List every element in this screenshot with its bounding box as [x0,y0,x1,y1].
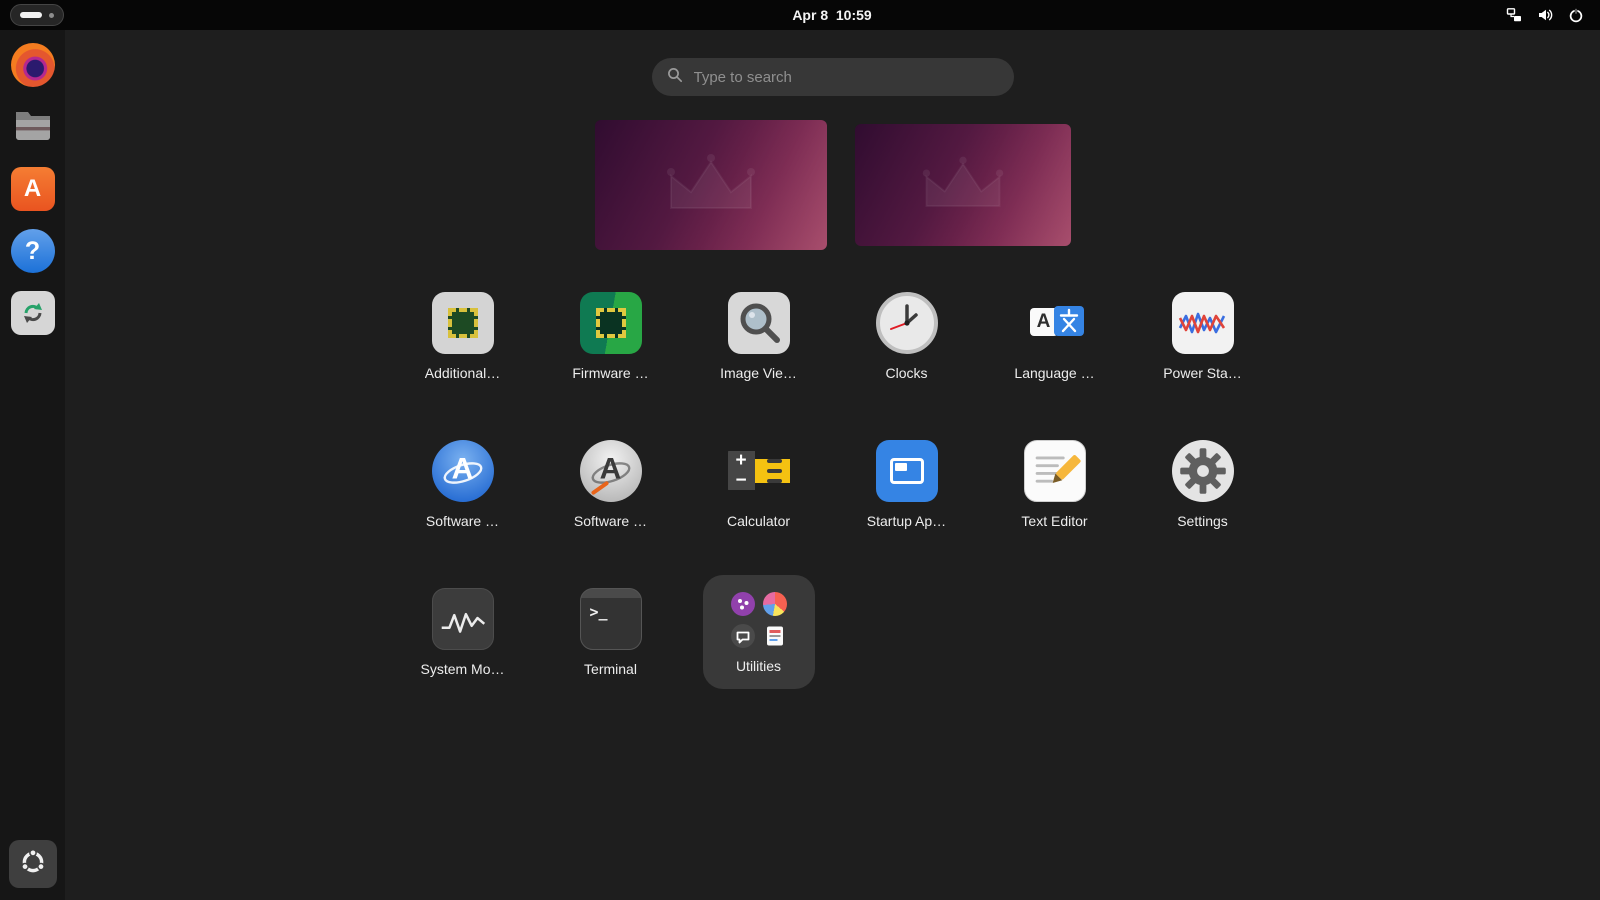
dock-item-firefox[interactable] [9,41,57,89]
app-settings[interactable]: Settings [1129,410,1277,558]
system-status-area[interactable] [1506,7,1590,23]
clock[interactable]: Apr 8 10:59 [792,7,871,23]
app-additional-drivers[interactable]: Additional… [389,262,537,410]
notepad-pencil-icon [1024,440,1086,502]
software-gray-icon: A [580,440,642,502]
dock: A ? [0,30,65,900]
app-label: Startup Ap… [867,513,946,529]
app-label: Calculator [727,513,790,529]
document-icon [762,623,788,649]
workspace-indicator[interactable] [10,4,64,26]
workspace-thumbnails [65,120,1600,250]
firefox-icon [11,43,55,87]
app-label: Text Editor [1021,513,1087,529]
app-text-editor[interactable]: Text Editor [981,410,1129,558]
app-label: System Mo… [420,661,504,677]
app-software-blue[interactable]: A Software … [389,410,537,558]
app-grid: Additional… Firmware … Image Vie… [65,262,1600,706]
gear-icon [1172,440,1234,502]
app-label: Settings [1177,513,1228,529]
app-label: Language … [1014,365,1094,381]
app-clocks[interactable]: Clocks [833,262,981,410]
app-software-gray[interactable]: A Software … [537,410,685,558]
app-label: Utilities [736,658,781,674]
power-icon[interactable] [1568,7,1584,23]
app-startup-applications[interactable]: Startup Ap… [833,410,981,558]
app-terminal[interactable]: >_ Terminal [537,558,685,706]
app-label: Additional… [425,365,501,381]
app-folder-utilities[interactable]: Utilities [685,558,833,706]
terminal-icon: >_ [580,588,642,650]
active-workspace-dash [20,12,42,18]
software-updater-icon [11,291,55,335]
crown-wallpaper-motif [908,153,1018,217]
app-language[interactable]: A Language … [981,262,1129,410]
app-label: Image Vie… [720,365,797,381]
pie-chart-icon [762,591,788,617]
utilities-mini-grid [730,591,788,649]
search-input[interactable] [692,68,999,87]
app-firmware[interactable]: Firmware … [537,262,685,410]
workspace-thumbnail-2[interactable] [855,124,1071,246]
cjk-letter-icon [1054,306,1084,336]
chat-bubble-icon [730,623,756,649]
magnifier-photo-icon [728,292,790,354]
waveform-icon [1172,292,1234,354]
search-bar[interactable] [652,58,1014,96]
app-power-statistics[interactable]: Power Sta… [1129,262,1277,410]
crown-wallpaper-motif [651,150,771,220]
app-image-viewer[interactable]: Image Vie… [685,262,833,410]
dock-item-ubuntu-software[interactable]: A [9,165,57,213]
translate-icon: A [1024,292,1086,354]
drivers-chip-icon [432,292,494,354]
app-label: Clocks [885,365,927,381]
workspace-thumbnail-1[interactable] [595,120,827,250]
app-label: Software … [426,513,499,529]
search-icon [667,67,683,88]
firmware-chip-icon [580,292,642,354]
calculator-icon: + − [728,440,790,502]
show-applications-button[interactable] [9,840,57,888]
dock-item-files[interactable] [9,103,57,151]
inactive-workspace-dot [49,13,54,18]
dock-item-software-updater[interactable] [9,289,57,337]
files-folder-icon [11,103,55,152]
ubuntu-software-icon: A [11,167,55,211]
software-blue-icon: A [432,440,494,502]
volume-icon[interactable] [1537,7,1553,23]
analog-clock-icon [876,292,938,354]
app-calculator[interactable]: + − Calculator [685,410,833,558]
app-label: Power Sta… [1163,365,1242,381]
characters-icon [730,591,756,617]
utilities-folder[interactable]: Utilities [703,575,815,689]
help-icon: ? [11,229,55,273]
dock-item-help[interactable]: ? [9,227,57,275]
app-label: Firmware … [572,365,648,381]
network-icon[interactable] [1506,7,1522,23]
app-label: Terminal [584,661,637,677]
top-bar: Apr 8 10:59 [0,0,1600,30]
startup-window-icon [876,440,938,502]
ubuntu-logo-icon [19,848,47,881]
app-system-monitor[interactable]: System Mo… [389,558,537,706]
activities-overview: Additional… Firmware … Image Vie… [65,30,1600,900]
monitor-wave-icon [432,588,494,650]
app-label: Software … [574,513,647,529]
